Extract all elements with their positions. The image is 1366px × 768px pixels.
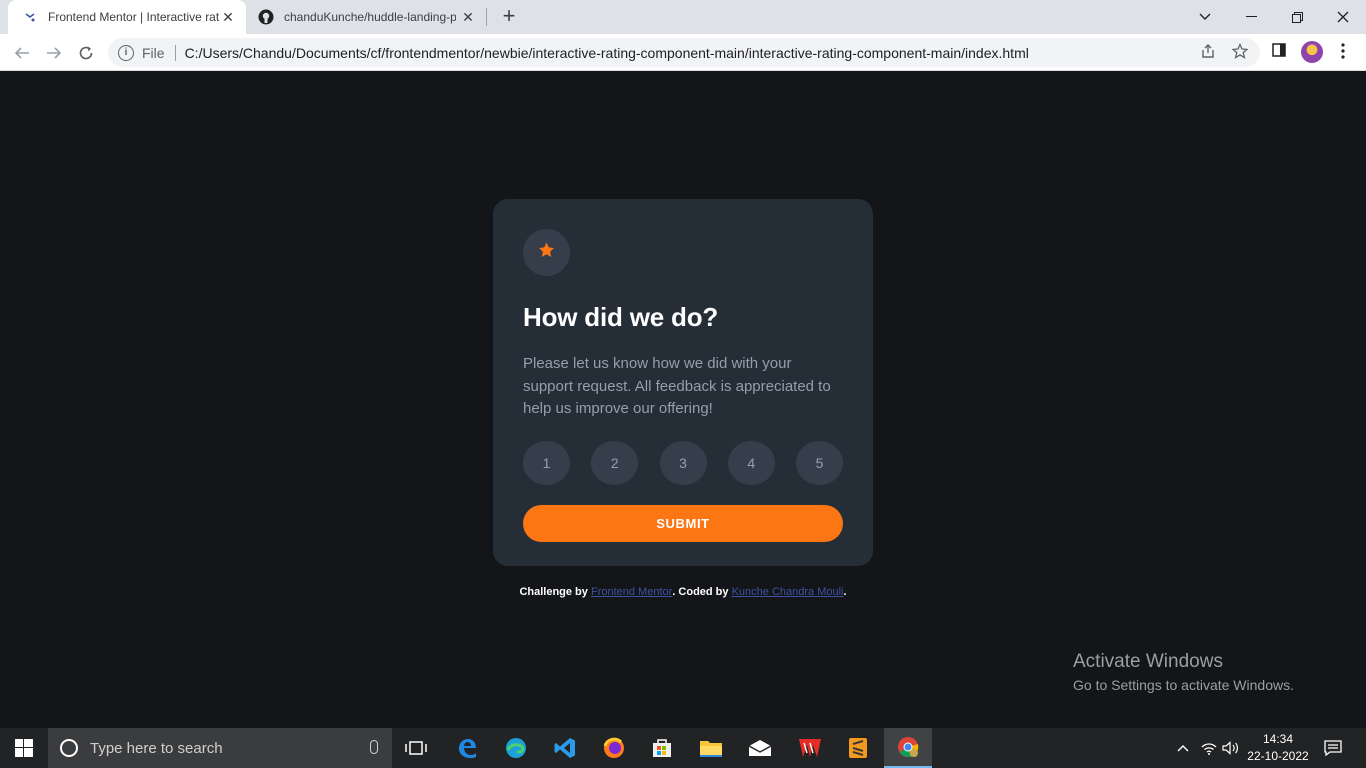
- watermark-title: Activate Windows: [1073, 651, 1223, 672]
- notification-center-icon[interactable]: [1320, 728, 1346, 768]
- rating-options: 1 2 3 4 5: [523, 440, 843, 485]
- page-viewport: How did we do? Please let us know how we…: [0, 71, 1366, 728]
- star-badge: [523, 229, 570, 276]
- address-bar[interactable]: i File C:/Users/Chandu/Documents/cf/fron…: [108, 38, 1260, 67]
- attribution-prefix: Challenge by: [519, 586, 591, 598]
- omnibox-divider: [174, 44, 176, 61]
- chrome-taskbar-icon[interactable]: [884, 728, 932, 768]
- system-clock[interactable]: 14:34 22-10-2022: [1240, 731, 1316, 765]
- watermark-subtitle: Go to Settings to activate Windows.: [1073, 677, 1294, 693]
- rating-button-1[interactable]: 1: [523, 440, 570, 485]
- sublime-text-icon[interactable]: [834, 728, 882, 768]
- microsoft-store-icon[interactable]: [638, 728, 686, 768]
- menu-kebab-icon[interactable]: [1334, 43, 1352, 61]
- frontend-mentor-favicon-icon: [22, 9, 38, 25]
- tab-frontend-mentor[interactable]: Frontend Mentor | Interactive rat ✕: [8, 0, 246, 34]
- attribution-suffix: .: [843, 586, 847, 598]
- tab-title: chanduKunche/huddle-landing-p: [284, 10, 456, 24]
- restore-button[interactable]: [1274, 0, 1320, 34]
- side-panel-icon[interactable]: [1270, 43, 1288, 61]
- attribution-middle: . Coded by: [672, 586, 732, 598]
- edge-icon[interactable]: [492, 728, 540, 768]
- close-window-button[interactable]: [1320, 0, 1366, 34]
- tab-search-chevron-icon[interactable]: [1182, 0, 1228, 34]
- bookmark-star-icon[interactable]: [1231, 42, 1249, 61]
- tab-github[interactable]: chanduKunche/huddle-landing-p ✕: [248, 0, 486, 34]
- activate-windows-watermark: Activate Windows Go to Settings to activ…: [1073, 651, 1294, 693]
- profile-avatar[interactable]: [1301, 41, 1323, 63]
- task-view-icon[interactable]: [392, 728, 440, 768]
- windows-start-icon[interactable]: [0, 728, 48, 768]
- windows-taskbar: Type here to search 14:34 22-10-2022: [0, 728, 1366, 768]
- clock-time: 14:34: [1262, 732, 1294, 746]
- tab-title: Frontend Mentor | Interactive rat: [48, 10, 220, 24]
- back-arrow-icon[interactable]: [10, 41, 34, 65]
- wps-office-icon[interactable]: [786, 728, 834, 768]
- browser-toolbar: i File C:/Users/Chandu/Documents/cf/fron…: [0, 34, 1366, 71]
- minimize-button[interactable]: [1228, 0, 1274, 34]
- submit-button[interactable]: SUBMIT: [523, 504, 843, 542]
- wifi-icon[interactable]: [1198, 728, 1220, 768]
- microphone-icon[interactable]: [370, 740, 378, 754]
- url-text[interactable]: C:/Users/Chandu/Documents/cf/frontendmen…: [185, 45, 1029, 61]
- frontend-mentor-link[interactable]: Frontend Mentor: [591, 586, 672, 598]
- search-placeholder: Type here to search: [90, 739, 223, 757]
- reload-icon[interactable]: [74, 41, 98, 65]
- site-info-icon[interactable]: i: [118, 44, 134, 61]
- rating-button-3[interactable]: 3: [659, 440, 707, 485]
- cortana-circle-icon: [60, 739, 78, 757]
- firefox-icon[interactable]: [590, 728, 638, 768]
- mail-icon[interactable]: [736, 728, 784, 768]
- rating-button-5[interactable]: 5: [796, 440, 843, 485]
- attribution: Challenge by Frontend Mentor. Coded by K…: [0, 586, 1366, 598]
- show-hidden-icons-chevron-icon[interactable]: [1172, 728, 1194, 768]
- rating-button-2[interactable]: 2: [591, 440, 639, 485]
- star-icon: [538, 242, 555, 263]
- volume-icon[interactable]: [1220, 728, 1242, 768]
- file-explorer-icon[interactable]: [687, 728, 735, 768]
- tab-close-icon[interactable]: ✕: [460, 9, 476, 25]
- edge-legacy-icon[interactable]: [443, 728, 491, 768]
- tab-separator: [486, 8, 487, 26]
- tab-close-icon[interactable]: ✕: [220, 9, 236, 25]
- rating-card: How did we do? Please let us know how we…: [493, 199, 873, 566]
- clock-date: 22-10-2022: [1247, 749, 1309, 763]
- taskbar-search-box[interactable]: Type here to search: [48, 728, 392, 768]
- card-description: Please let us know how we did with your …: [523, 355, 831, 417]
- share-icon[interactable]: [1199, 43, 1217, 61]
- new-tab-button[interactable]: +: [498, 5, 520, 29]
- rating-button-4[interactable]: 4: [727, 440, 775, 485]
- card-title: How did we do?: [523, 302, 719, 332]
- vscode-icon[interactable]: [541, 728, 589, 768]
- author-link[interactable]: Kunche Chandra Mouli: [732, 586, 844, 598]
- forward-arrow-icon[interactable]: [42, 41, 66, 65]
- github-favicon-icon: [258, 9, 274, 25]
- url-scheme-label: File: [142, 44, 165, 61]
- browser-tab-strip: Frontend Mentor | Interactive rat ✕ chan…: [0, 0, 1366, 34]
